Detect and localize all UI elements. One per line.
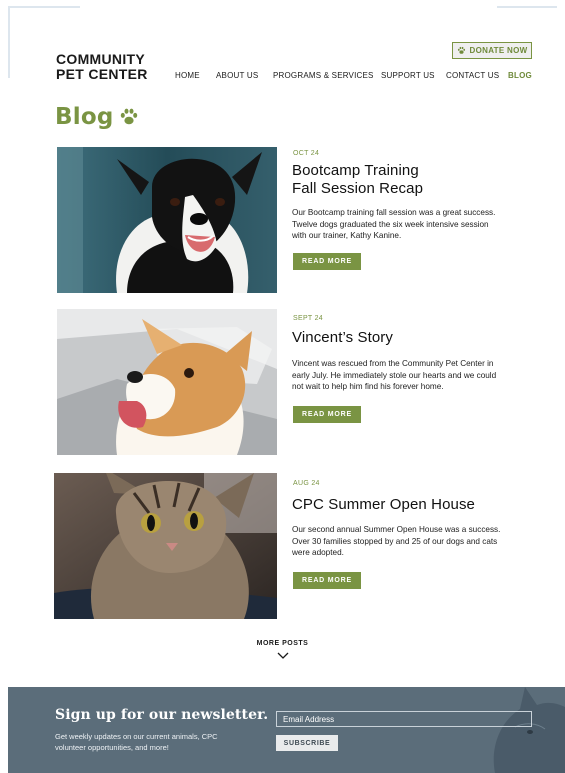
post-image-border-collie[interactable]	[57, 147, 277, 293]
newsletter-heading: Sign up for our newsletter.	[55, 707, 269, 723]
donate-label: DONATE NOW	[469, 46, 528, 55]
newsletter-section: Sign up for our newsletter. Get weekly u…	[8, 687, 565, 773]
newsletter-subtext: Get weekly updates on our current animal…	[55, 732, 218, 752]
paw-icon	[121, 108, 138, 125]
read-more-button[interactable]: READ MORE	[293, 406, 361, 423]
page-title: Blog	[55, 104, 139, 130]
post-title-line2: Fall Session Recap	[292, 180, 424, 197]
post-title-line1: Bootcamp Training	[292, 162, 419, 179]
email-field[interactable]	[276, 711, 532, 727]
post-title[interactable]: Bootcamp Training Fall Session Recap	[292, 162, 423, 198]
main-nav: HOME ABOUT US PROGRAMS & SERVICES SUPPOR…	[0, 71, 565, 83]
cat-silhouette-image	[493, 687, 565, 773]
donate-button[interactable]: DONATE NOW	[452, 42, 532, 59]
page-heading: Blog	[55, 104, 114, 130]
nav-home[interactable]: HOME	[175, 71, 200, 80]
chevron-down-icon	[277, 652, 288, 659]
subscribe-button[interactable]: SUBSCRIBE	[276, 735, 338, 751]
post-date: AUG 24	[293, 480, 320, 487]
post-date: SEPT 24	[293, 315, 323, 322]
post-title[interactable]: CPC Summer Open House	[292, 496, 475, 514]
post-excerpt: Vincent was rescued from the Community P…	[292, 359, 497, 391]
post-image-corgi[interactable]	[57, 309, 277, 455]
read-more-button[interactable]: READ MORE	[293, 253, 361, 270]
post-excerpt: Our second annual Summer Open House was …	[292, 525, 501, 557]
logo-line1: COMMUNITY	[56, 51, 146, 67]
post-title[interactable]: Vincent’s Story	[292, 329, 393, 347]
nav-about-us[interactable]: ABOUT US	[216, 71, 258, 80]
corner-decoration	[497, 6, 557, 8]
read-more-button[interactable]: READ MORE	[293, 572, 361, 589]
corner-decoration	[8, 6, 10, 78]
more-posts-label: MORE POSTS	[256, 640, 309, 647]
nav-support-us[interactable]: SUPPORT US	[381, 71, 435, 80]
nav-blog[interactable]: BLOG	[508, 71, 532, 80]
post-title-line1: Vincent’s Story	[292, 329, 393, 346]
post-excerpt: Our Bootcamp training fall session was a…	[292, 208, 496, 240]
corner-decoration	[8, 6, 80, 8]
post-title-line1: CPC Summer Open House	[292, 496, 476, 513]
post-date: OCT 24	[293, 150, 320, 157]
nav-programs-services[interactable]: PROGRAMS & SERVICES	[273, 71, 374, 80]
more-posts-link[interactable]: MORE POSTS	[0, 640, 565, 665]
nav-contact-us[interactable]: CONTACT US	[446, 71, 499, 80]
paw-icon	[457, 46, 465, 54]
post-image-tabby-cat[interactable]	[54, 473, 277, 619]
